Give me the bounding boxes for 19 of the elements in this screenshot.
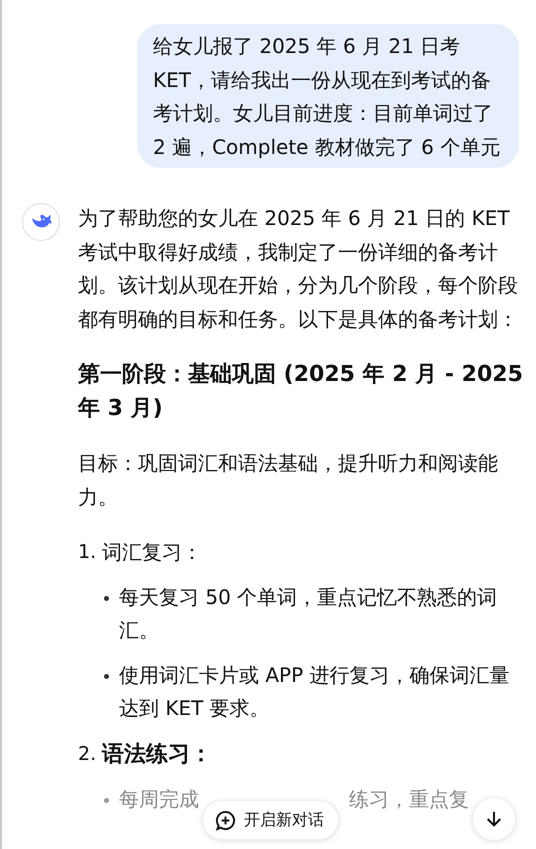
list-item-title: 语法练习：	[102, 740, 212, 768]
bullet-dot	[104, 798, 109, 803]
paragraph: 目标：巩固词汇和语法基础，提升听力和阅读能力。	[78, 450, 499, 510]
bullet-text: 每周完成	[119, 786, 199, 813]
down-arrow-icon	[485, 810, 503, 828]
list-item-title: 词汇复习：	[102, 539, 202, 566]
chat-plus-icon	[215, 810, 236, 830]
paragraph: 为了帮助您的女儿在 2025 年 6 月 21 日的 KET 考试中取得好成绩，我制定了一份详细的备考计划。该计划从现在开始，分为几个阶段，每个阶段都有明确的目标和任务。以下是具体的备考计划：	[78, 205, 519, 332]
new-chat-button[interactable]: 开启新对话	[202, 800, 339, 840]
list-number: 1.	[78, 540, 96, 565]
scroll-down-button[interactable]	[472, 797, 516, 841]
bullet-text: 练习，重点复	[349, 786, 469, 813]
section-heading: 第一阶段：基础巩固 (2025 年 2 月 - 2025 年 3 月)	[78, 361, 524, 422]
list-number: 2.	[78, 742, 96, 766]
bullet-text: 使用词汇卡片或 APP 进行复习，确保词汇量达到 KET 要求。	[119, 662, 511, 722]
bullet-dot	[104, 596, 109, 600]
bullet-text: 每天复习 50 个单词，重点记忆不熟悉的词汇。	[119, 584, 498, 644]
bullet-dot	[104, 674, 109, 678]
user-message: 给女儿报了 2025 年 6 月 21 日考 KET，请给我出一份从现在到考试的备考计划。女儿目前进度：目前单词过了 2 遍，Complete 教材做完了 6 个单元	[137, 24, 519, 168]
